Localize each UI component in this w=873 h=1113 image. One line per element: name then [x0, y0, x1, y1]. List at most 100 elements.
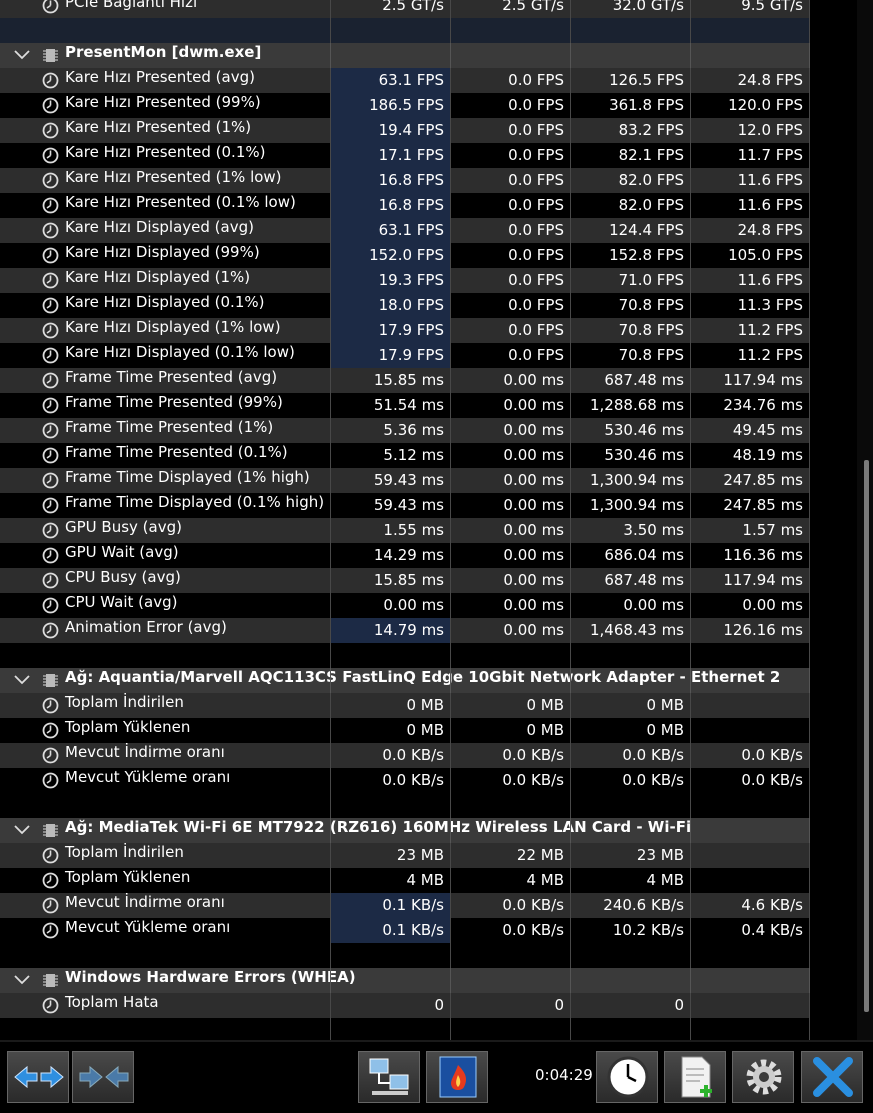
value-cell — [331, 43, 451, 68]
max-value: 23 MB — [571, 843, 691, 868]
new-report-button[interactable] — [664, 1051, 726, 1103]
sensor-row[interactable]: Kare Hızı Displayed (1% low) 17.9 FPS 0.0 … — [0, 318, 810, 343]
current-value: 0.00 ms — [331, 593, 451, 618]
value-cell — [571, 18, 691, 43]
clock-icon — [42, 147, 59, 164]
value-cell — [571, 968, 691, 993]
name-cell — [0, 943, 331, 968]
current-value: 0 — [331, 993, 451, 1018]
current-value: 63.1 FPS — [331, 218, 451, 243]
sensor-row[interactable]: Frame Time Presented (avg) 15.85 ms 0.00 m… — [0, 368, 810, 393]
sensor-row[interactable]: Kare Hızı Displayed (0.1% low) 17.9 FPS 0.… — [0, 343, 810, 368]
value-cell — [451, 818, 571, 843]
avg-value: 247.85 ms — [691, 493, 810, 518]
sensor-row[interactable]: Toplam Yüklenen 4 MB 4 MB 4 MB — [0, 868, 810, 893]
min-value: 0.0 FPS — [451, 68, 571, 93]
collapse-all-button[interactable] — [72, 1051, 134, 1103]
max-value: 82.0 FPS — [571, 168, 691, 193]
current-value: 15.85 ms — [331, 568, 451, 593]
clock-icon — [42, 222, 59, 239]
sensor-button[interactable] — [426, 1051, 488, 1103]
sensor-row[interactable]: Frame Time Presented (99%) 51.54 ms 0.00 m… — [0, 393, 810, 418]
sensor-name: Frame Time Presented (avg) — [65, 368, 278, 386]
sensor-row[interactable]: Kare Hızı Presented (0.1%) 17.1 FPS 0.0 FP… — [0, 143, 810, 168]
sensor-row[interactable]: Kare Hızı Displayed (99%) 152.0 FPS 0.0 FP… — [0, 243, 810, 268]
min-value: 0.0 FPS — [451, 168, 571, 193]
name-cell — [0, 968, 331, 993]
sensor-row[interactable]: PCIe Bağlantı Hızı 2.5 GT/s 2.5 GT/s 32.0 G… — [0, 0, 810, 18]
scrollbar-thumb[interactable] — [864, 460, 869, 1012]
gear-icon — [746, 1059, 782, 1095]
value-cell — [331, 968, 451, 993]
min-value: 0.0 FPS — [451, 193, 571, 218]
sensor-row[interactable]: CPU Wait (avg) 0.00 ms 0.00 ms 0.00 ms 0.00 … — [0, 593, 810, 618]
sensor-row[interactable]: Kare Hızı Displayed (0.1%) 18.0 FPS 0.0 FP… — [0, 293, 810, 318]
sensor-name: Kare Hızı Displayed (99%) — [65, 243, 260, 261]
section-header[interactable]: Ağ: MediaTek Wi-Fi 6E MT7922 (RZ616) 160… — [0, 818, 810, 843]
current-value: 1.55 ms — [331, 518, 451, 543]
clock-button[interactable] — [596, 1051, 658, 1103]
new-file-icon — [681, 1056, 712, 1098]
avg-value: 11.2 FPS — [691, 318, 810, 343]
sensor-table: PCIe Bağlantı Hızı 2.5 GT/s 2.5 GT/s 32.0 G… — [0, 0, 810, 1043]
sensor-row[interactable]: Kare Hızı Presented (1%) 19.4 FPS 0.0 FPS 8… — [0, 118, 810, 143]
sensor-row[interactable]: Kare Hızı Presented (avg) 63.1 FPS 0.0 FPS… — [0, 68, 810, 93]
current-value: 19.4 FPS — [331, 118, 451, 143]
clock-icon — [42, 847, 59, 864]
sensor-row[interactable]: GPU Wait (avg) 14.29 ms 0.00 ms 686.04 ms 11… — [0, 543, 810, 568]
max-value: 10.2 KB/s — [571, 918, 691, 943]
section-header[interactable]: PresentMon [dwm.exe] — [0, 43, 810, 68]
sensor-row[interactable]: Frame Time Displayed (0.1% high) 59.43 ms… — [0, 493, 810, 518]
avg-value: 48.19 ms — [691, 443, 810, 468]
clock-icon — [42, 572, 59, 589]
max-value: 82.0 FPS — [571, 193, 691, 218]
sensor-name: Kare Hızı Presented (99%) — [65, 93, 261, 111]
sensor-row[interactable]: Mevcut Yükleme oranı 0.0 KB/s 0.0 KB/s 0.0 … — [0, 768, 810, 793]
sensor-name: CPU Wait (avg) — [65, 593, 178, 611]
sensor-row[interactable]: CPU Busy (avg) 15.85 ms 0.00 ms 687.48 ms 11… — [0, 568, 810, 593]
sensor-row[interactable]: Kare Hızı Displayed (1%) 19.3 FPS 0.0 FPS 7… — [0, 268, 810, 293]
sensor-row[interactable]: GPU Busy (avg) 1.55 ms 0.00 ms 3.50 ms 1.57 … — [0, 518, 810, 543]
settings-button[interactable] — [732, 1051, 794, 1103]
max-value: 4 MB — [571, 868, 691, 893]
sensor-row[interactable]: Toplam Hata 0 0 0 — [0, 993, 810, 1018]
sensor-name: Frame Time Presented (1%) — [65, 418, 274, 436]
sensor-row[interactable]: Toplam İndirilen 23 MB 22 MB 23 MB — [0, 843, 810, 868]
sensor-row[interactable]: Mevcut İndirme oranı 0.1 KB/s 0.0 KB/s 240.… — [0, 893, 810, 918]
min-value: 0.0 KB/s — [451, 893, 571, 918]
sensor-row[interactable]: Animation Error (avg) 14.79 ms 0.00 ms 1,46… — [0, 618, 810, 643]
expand-all-button[interactable] — [7, 1051, 69, 1103]
avg-value: 11.6 FPS — [691, 268, 810, 293]
min-value: 0.00 ms — [451, 368, 571, 393]
sensor-row[interactable]: Kare Hızı Displayed (avg) 63.1 FPS 0.0 FPS… — [0, 218, 810, 243]
name-cell — [0, 18, 331, 43]
avg-value: 11.2 FPS — [691, 343, 810, 368]
min-value: 22 MB — [451, 843, 571, 868]
network-button[interactable] — [358, 1051, 420, 1103]
max-value: 0.00 ms — [571, 593, 691, 618]
current-value: 5.12 ms — [331, 443, 451, 468]
sensor-row[interactable]: Frame Time Presented (0.1%) 5.12 ms 0.00 m… — [0, 443, 810, 468]
sensor-row[interactable]: Frame Time Presented (1%) 5.36 ms 0.00 ms 5… — [0, 418, 810, 443]
min-value: 0.0 KB/s — [451, 743, 571, 768]
sensor-name: Toplam Yüklenen — [65, 718, 191, 736]
max-value: 1,468.43 ms — [571, 618, 691, 643]
sensor-row[interactable]: Mevcut İndirme oranı 0.0 KB/s 0.0 KB/s 0.0 … — [0, 743, 810, 768]
avg-value — [691, 693, 810, 718]
min-value: 4 MB — [451, 868, 571, 893]
sensor-row[interactable]: Kare Hızı Presented (0.1% low) 16.8 FPS 0.… — [0, 193, 810, 218]
sensor-row[interactable]: Mevcut Yükleme oranı 0.1 KB/s 0.0 KB/s 10.2… — [0, 918, 810, 943]
section-header[interactable]: Windows Hardware Errors (WHEA) — [0, 968, 810, 993]
max-value: 70.8 FPS — [571, 318, 691, 343]
sensor-row[interactable]: Kare Hızı Presented (1% low) 16.8 FPS 0.0 … — [0, 168, 810, 193]
min-value: 0.00 ms — [451, 568, 571, 593]
sensor-row[interactable]: Kare Hızı Presented (99%) 186.5 FPS 0.0 FP… — [0, 93, 810, 118]
sensor-row[interactable]: Frame Time Displayed (1% high) 59.43 ms 0.… — [0, 468, 810, 493]
sensor-name: Mevcut Yükleme oranı — [65, 918, 231, 936]
max-value: 0.0 KB/s — [571, 743, 691, 768]
section-header[interactable]: Ağ: Aquantia/Marvell AQC113CS FastLinQ E… — [0, 668, 810, 693]
sensor-row[interactable]: Toplam Yüklenen 0 MB 0 MB 0 MB — [0, 718, 810, 743]
sensor-row[interactable]: Toplam İndirilen 0 MB 0 MB 0 MB — [0, 693, 810, 718]
current-value: 15.85 ms — [331, 368, 451, 393]
close-button[interactable] — [801, 1051, 863, 1103]
